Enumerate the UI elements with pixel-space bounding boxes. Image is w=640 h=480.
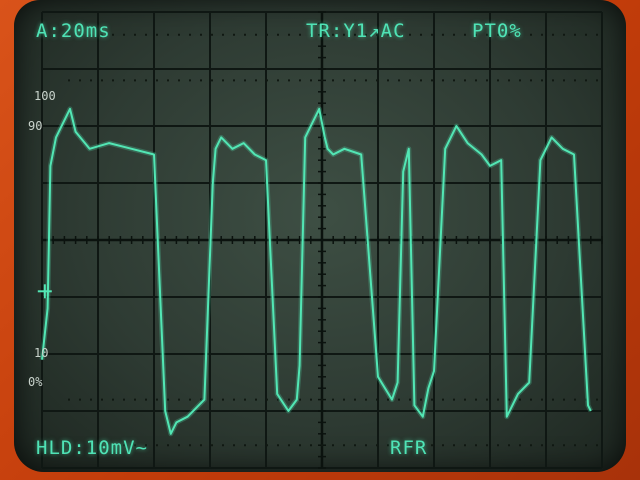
timebase-readout: A:20ms bbox=[36, 20, 111, 42]
oscilloscope-screen: A:20ms TR:Y1↗AC PT0% HLD:10mV~ RFR 100 9… bbox=[14, 0, 626, 472]
trigger-readout: TR:Y1↗AC bbox=[306, 20, 406, 42]
scale-mark-90: 90 bbox=[28, 119, 43, 133]
waveform-glow bbox=[39, 106, 594, 437]
scale-mark-10: 10 bbox=[34, 346, 49, 360]
hold-readout: HLD:10mV~ bbox=[36, 437, 148, 459]
pretrigger-readout: PT0% bbox=[472, 20, 522, 42]
mode-readout: RFR bbox=[390, 437, 428, 459]
waveform-display bbox=[37, 11, 603, 469]
scale-mark-0: 0% bbox=[28, 375, 43, 389]
scale-mark-100: 100 bbox=[34, 89, 56, 103]
